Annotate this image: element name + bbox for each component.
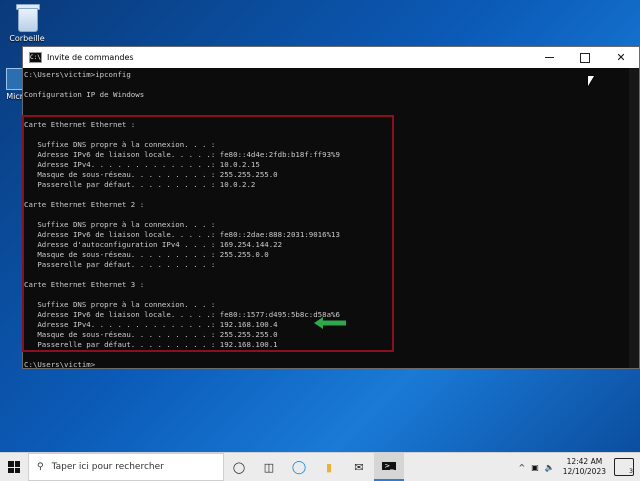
recycle-bin[interactable]: Corbeille bbox=[4, 2, 50, 43]
clock-time: 12:42 AM bbox=[566, 457, 603, 466]
green-arrow-icon bbox=[314, 317, 346, 329]
taskbar: ⚲ Taper ici pour rechercher ◯ ◫ ◯ ▮ ✉ >_… bbox=[0, 452, 640, 481]
recycle-bin-icon bbox=[14, 2, 40, 32]
cortana-icon: ◯ bbox=[232, 460, 246, 474]
window-title: Invite de commandes bbox=[47, 53, 134, 62]
minimize-icon bbox=[544, 57, 554, 58]
task-view-button[interactable]: ◫ bbox=[254, 453, 284, 481]
close-icon: ✕ bbox=[616, 51, 626, 64]
console-line: C:\Users\victim>ipconfig bbox=[24, 70, 131, 79]
notification-center-button[interactable]: 3 bbox=[614, 458, 634, 476]
task-view-icon: ◫ bbox=[263, 460, 275, 474]
maximize-icon bbox=[580, 52, 590, 63]
file-explorer-button[interactable]: ▮ bbox=[314, 453, 344, 481]
recycle-bin-label: Corbeille bbox=[9, 34, 45, 43]
maximize-button[interactable] bbox=[567, 47, 603, 68]
close-button[interactable]: ✕ bbox=[603, 47, 639, 68]
cmd-taskbar-icon: >_ bbox=[382, 462, 396, 470]
cmd-taskbar-button[interactable]: >_ bbox=[374, 453, 404, 481]
clock[interactable]: 12:42 AM 12/10/2023 bbox=[563, 457, 606, 477]
start-button[interactable] bbox=[0, 453, 28, 481]
console-line: C:\Users\victim> bbox=[24, 360, 96, 369]
cmd-app-icon: C:\ bbox=[29, 52, 42, 63]
search-icon: ⚲ bbox=[37, 462, 44, 472]
clock-date: 12/10/2023 bbox=[562, 467, 606, 476]
network-icon[interactable]: ▣ bbox=[531, 463, 539, 472]
cortana-button[interactable]: ◯ bbox=[224, 453, 254, 481]
window-titlebar[interactable]: C:\ Invite de commandes ✕ bbox=[23, 47, 639, 68]
mail-button[interactable]: ✉ bbox=[344, 453, 374, 481]
notification-count: 3 bbox=[629, 468, 633, 475]
show-hidden-icons-button[interactable]: ^ bbox=[519, 463, 526, 472]
mail-icon: ✉ bbox=[354, 460, 364, 474]
search-placeholder: Taper ici pour rechercher bbox=[51, 462, 164, 472]
folder-icon: ▮ bbox=[325, 460, 333, 474]
minimize-button[interactable] bbox=[531, 47, 567, 68]
taskbar-search-box[interactable]: ⚲ Taper ici pour rechercher bbox=[28, 453, 224, 481]
edge-taskbar-button[interactable]: ◯ bbox=[284, 453, 314, 481]
edge-icon: ◯ bbox=[291, 459, 307, 475]
mouse-cursor-icon bbox=[588, 76, 594, 86]
windows-logo-icon bbox=[8, 461, 20, 473]
volume-icon[interactable]: 🔈 bbox=[545, 463, 555, 472]
system-tray: ^ ▣ 🔈 12:42 AM 12/10/2023 3 bbox=[519, 453, 640, 481]
console-line: Configuration IP de Windows bbox=[24, 90, 145, 99]
vertical-scrollbar[interactable] bbox=[629, 68, 639, 368]
